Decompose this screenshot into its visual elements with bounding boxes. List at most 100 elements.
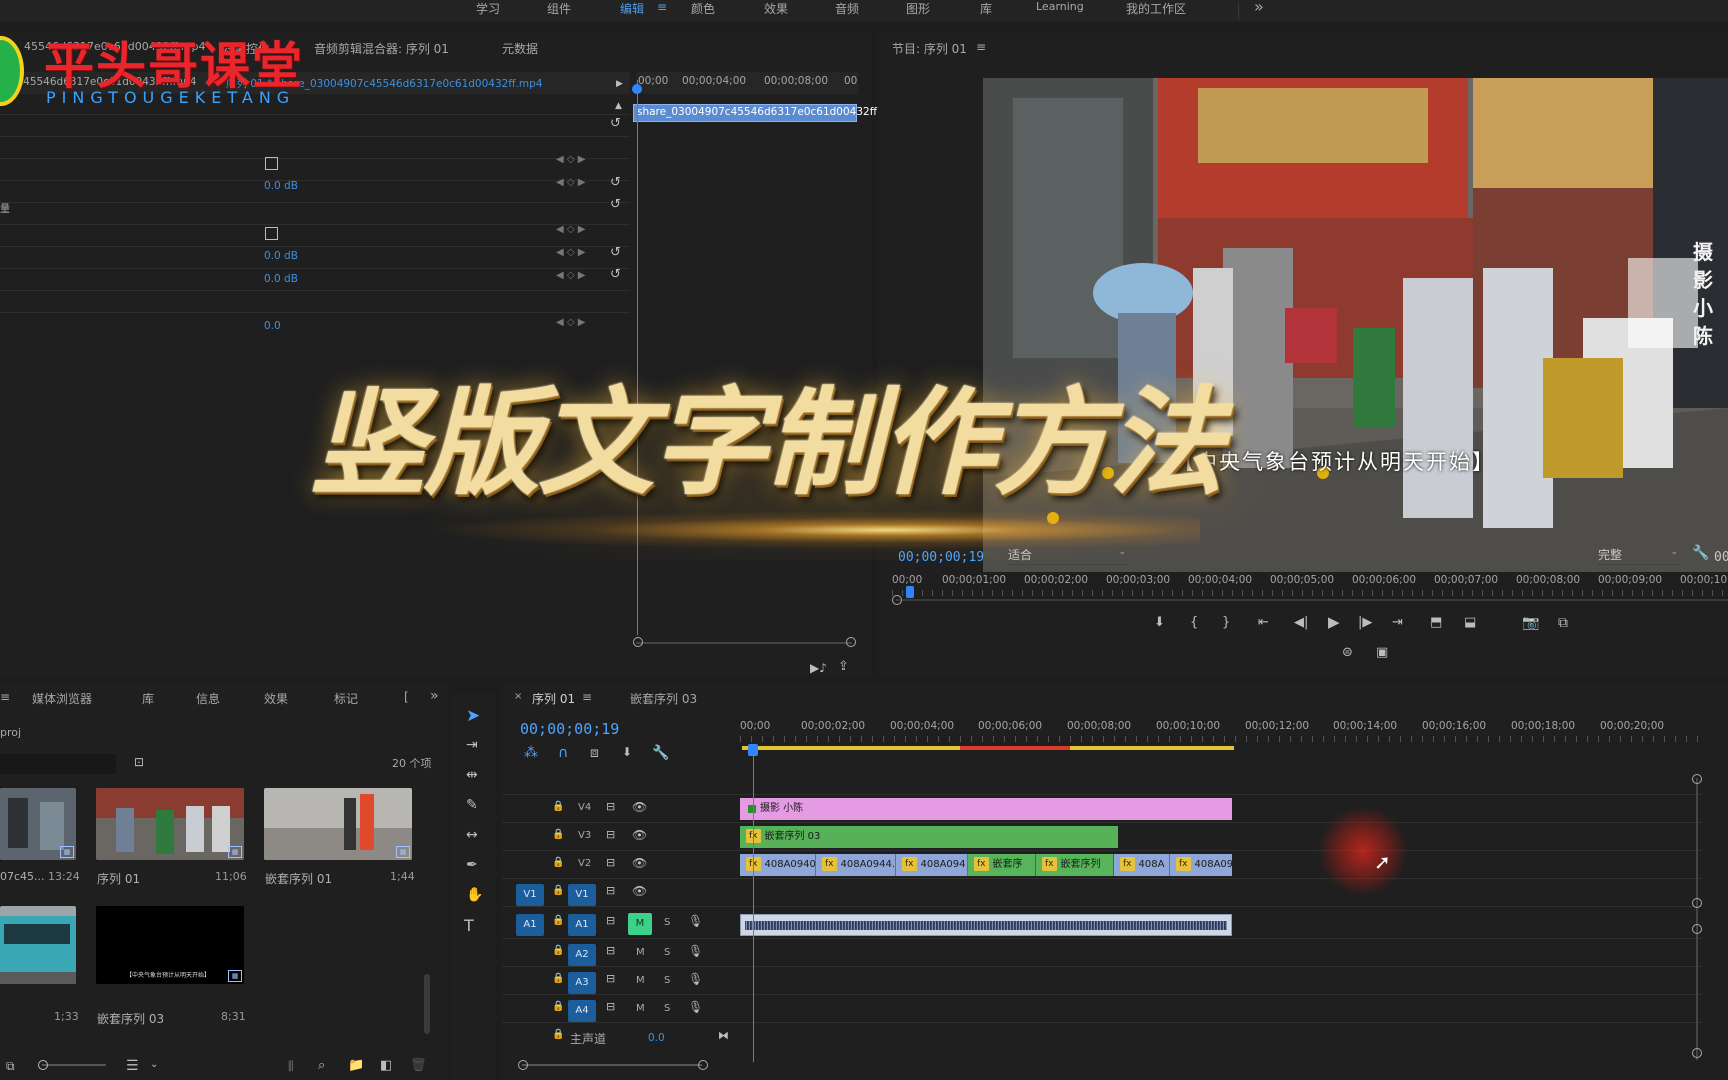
clip-a1-audio[interactable] bbox=[740, 914, 1232, 936]
hand-tool-icon[interactable]: ✋ bbox=[466, 888, 483, 902]
sync-lock-icon[interactable]: ⊟ bbox=[606, 801, 615, 812]
reset-icon[interactable]: ↺ bbox=[610, 117, 621, 130]
lock-icon[interactable]: 🔒 bbox=[552, 886, 564, 896]
workspace-tab-libraries[interactable]: 库 bbox=[980, 0, 992, 17]
track-select-tool-icon[interactable]: ⇥ bbox=[466, 738, 478, 752]
solo-button[interactable]: S bbox=[664, 917, 670, 928]
tab-info[interactable]: 信息 bbox=[196, 690, 220, 707]
go-to-out-icon[interactable]: ⇥ bbox=[1392, 616, 1403, 629]
sync-lock-icon[interactable]: ⊟ bbox=[606, 1001, 615, 1012]
reset-icon[interactable]: ↺ bbox=[610, 176, 621, 189]
tab-more[interactable]: [ bbox=[404, 690, 409, 704]
razor-tool-icon[interactable]: ✎ bbox=[466, 798, 478, 812]
reset-icon[interactable]: ↺ bbox=[610, 198, 621, 211]
keyframe-nav-icon[interactable]: ◀ ◇ ▶ bbox=[556, 271, 585, 281]
source-patch-v1[interactable]: V1 bbox=[516, 884, 544, 906]
workspace-tab-effects[interactable]: 效果 bbox=[764, 0, 788, 17]
close-icon[interactable]: × bbox=[514, 691, 522, 702]
source-patch-a1[interactable]: A1 bbox=[516, 914, 544, 936]
tab-sequence-01[interactable]: 序列 01 bbox=[532, 690, 575, 707]
snap-icon[interactable]: ∩ bbox=[558, 746, 568, 760]
timeline-timecode[interactable]: 00;00;00;19 bbox=[520, 720, 619, 738]
program-menu-icon[interactable]: ≡ bbox=[976, 40, 986, 54]
clip-v2-1[interactable]: fx408A0940. bbox=[740, 854, 816, 876]
microphone-icon[interactable]: 🎙 bbox=[688, 973, 703, 985]
go-to-in-icon[interactable]: ⇤ bbox=[1258, 616, 1269, 629]
workspace-menu-icon[interactable]: ≡ bbox=[657, 0, 667, 14]
type-tool-icon[interactable]: T bbox=[464, 918, 474, 934]
reset-icon[interactable]: ↺ bbox=[610, 246, 621, 259]
eye-icon[interactable]: 👁 bbox=[632, 857, 647, 869]
workspace-tab-audio[interactable]: 音频 bbox=[835, 0, 859, 17]
nest-toggle-icon[interactable]: ⁂ bbox=[524, 746, 538, 760]
track-target-v1[interactable]: V1 bbox=[568, 884, 596, 906]
lock-icon[interactable]: 🔒 bbox=[552, 830, 564, 840]
project-search-input[interactable] bbox=[0, 754, 116, 774]
bypass-checkbox[interactable] bbox=[265, 157, 278, 170]
new-item-icon[interactable]: ◧ bbox=[380, 1059, 392, 1072]
reset-icon[interactable]: ↺ bbox=[610, 268, 621, 281]
master-track-value[interactable]: 0.0 bbox=[648, 1032, 665, 1044]
export-icon[interactable]: ⇪ bbox=[838, 660, 849, 673]
add-marker-icon[interactable]: ⬇ bbox=[622, 746, 632, 758]
play-only-icon[interactable]: ▶ bbox=[616, 80, 623, 89]
step-back-icon[interactable]: ◀| bbox=[1294, 616, 1308, 629]
play-icon[interactable]: ▶ bbox=[1328, 615, 1340, 630]
bypass-checkbox[interactable] bbox=[265, 227, 278, 240]
clip-v3-nested[interactable]: fx嵌套序列 03 bbox=[740, 826, 1118, 848]
v-scroll-handle[interactable] bbox=[1692, 774, 1702, 784]
lock-icon[interactable]: 🔒 bbox=[552, 946, 564, 956]
sync-lock-icon[interactable]: ⊟ bbox=[606, 857, 615, 868]
track-target-a4[interactable]: A4 bbox=[568, 1000, 596, 1022]
program-zoom-bar[interactable] bbox=[896, 599, 1728, 601]
solo-button[interactable]: S bbox=[664, 947, 670, 958]
v-scroll-handle[interactable] bbox=[1692, 1048, 1702, 1058]
add-marker-icon[interactable]: ⬇ bbox=[1154, 616, 1165, 629]
scroll-up-icon[interactable]: ▲ bbox=[615, 102, 622, 111]
mute-button[interactable]: M bbox=[636, 947, 645, 958]
program-zoom-handle[interactable] bbox=[892, 595, 902, 605]
extract-icon[interactable]: ⬓ bbox=[1464, 616, 1476, 629]
mute-button[interactable]: M bbox=[636, 975, 645, 986]
clip-v2-3[interactable]: fx 408A094 bbox=[896, 854, 968, 876]
effect-clip-bar[interactable]: share_03004907c45546d6317e0c61d00432ff bbox=[633, 104, 877, 122]
workspace-tab-editing[interactable]: 编辑 bbox=[620, 0, 644, 17]
workspace-tab-mine[interactable]: 我的工作区 bbox=[1126, 0, 1186, 17]
project-menu-icon[interactable]: ≡ bbox=[0, 690, 10, 704]
new-search-bin-icon[interactable]: ⊡ bbox=[134, 756, 144, 768]
timeline-playhead-handle[interactable] bbox=[748, 744, 758, 756]
microphone-icon[interactable]: 🎙 bbox=[688, 945, 703, 957]
thumbnail-clip-bus[interactable] bbox=[0, 906, 76, 984]
mute-button[interactable]: M bbox=[636, 1003, 645, 1014]
keyframe-nav-icon[interactable]: ◀ ◇ ▶ bbox=[556, 318, 585, 328]
play-audio-icon[interactable]: ▶♪ bbox=[810, 662, 827, 674]
tab-markers[interactable]: 标记 bbox=[334, 690, 358, 707]
tab-libraries[interactable]: 库 bbox=[142, 690, 154, 707]
track-target-a3[interactable]: A3 bbox=[568, 972, 596, 994]
program-playhead-handle[interactable] bbox=[906, 586, 914, 598]
workspace-tab-color[interactable]: 颜色 bbox=[691, 0, 715, 17]
list-view-icon[interactable]: ⧉ bbox=[6, 1060, 15, 1072]
zoom-handle-right[interactable] bbox=[846, 637, 856, 647]
clip-v2-nested-1[interactable]: fx 嵌套序 bbox=[968, 854, 1036, 876]
thumbnail-clip-1[interactable]: ▦ bbox=[0, 788, 76, 860]
lock-icon[interactable]: 🔒 bbox=[552, 1030, 564, 1040]
channel-right-value[interactable]: 0.0 dB bbox=[264, 273, 298, 285]
sync-lock-icon[interactable]: ⊟ bbox=[606, 973, 615, 984]
tab-overflow-icon[interactable]: » bbox=[430, 688, 439, 704]
sync-lock-icon[interactable]: ⊟ bbox=[606, 945, 615, 956]
thumbnail-nested-01[interactable]: ▦ bbox=[264, 788, 412, 860]
effect-zoom-scroll[interactable] bbox=[636, 642, 852, 644]
channel-left-value[interactable]: 0.0 dB bbox=[264, 250, 298, 262]
workspace-tab-learning[interactable]: Learning bbox=[1036, 0, 1084, 13]
microphone-icon[interactable]: 🎙 bbox=[688, 1001, 703, 1013]
program-time-ruler[interactable]: 00;00 00;00;01;00 00;00;02;00 00;00;03;0… bbox=[892, 572, 1728, 598]
panner-balance-value[interactable]: 0.0 bbox=[264, 320, 281, 332]
linked-selection-icon[interactable]: ⧈ bbox=[590, 746, 599, 760]
keyframe-nav-icon[interactable]: ◀ ◇ ▶ bbox=[556, 225, 585, 235]
v-scroll-handle[interactable] bbox=[1692, 924, 1702, 934]
keyframe-nav-icon[interactable]: ◀ ◇ ▶ bbox=[556, 155, 585, 165]
ripple-edit-tool-icon[interactable]: ⇹ bbox=[466, 768, 478, 782]
selection-tool-icon[interactable]: ➤ bbox=[466, 708, 480, 725]
solo-button[interactable]: S bbox=[664, 1003, 670, 1014]
